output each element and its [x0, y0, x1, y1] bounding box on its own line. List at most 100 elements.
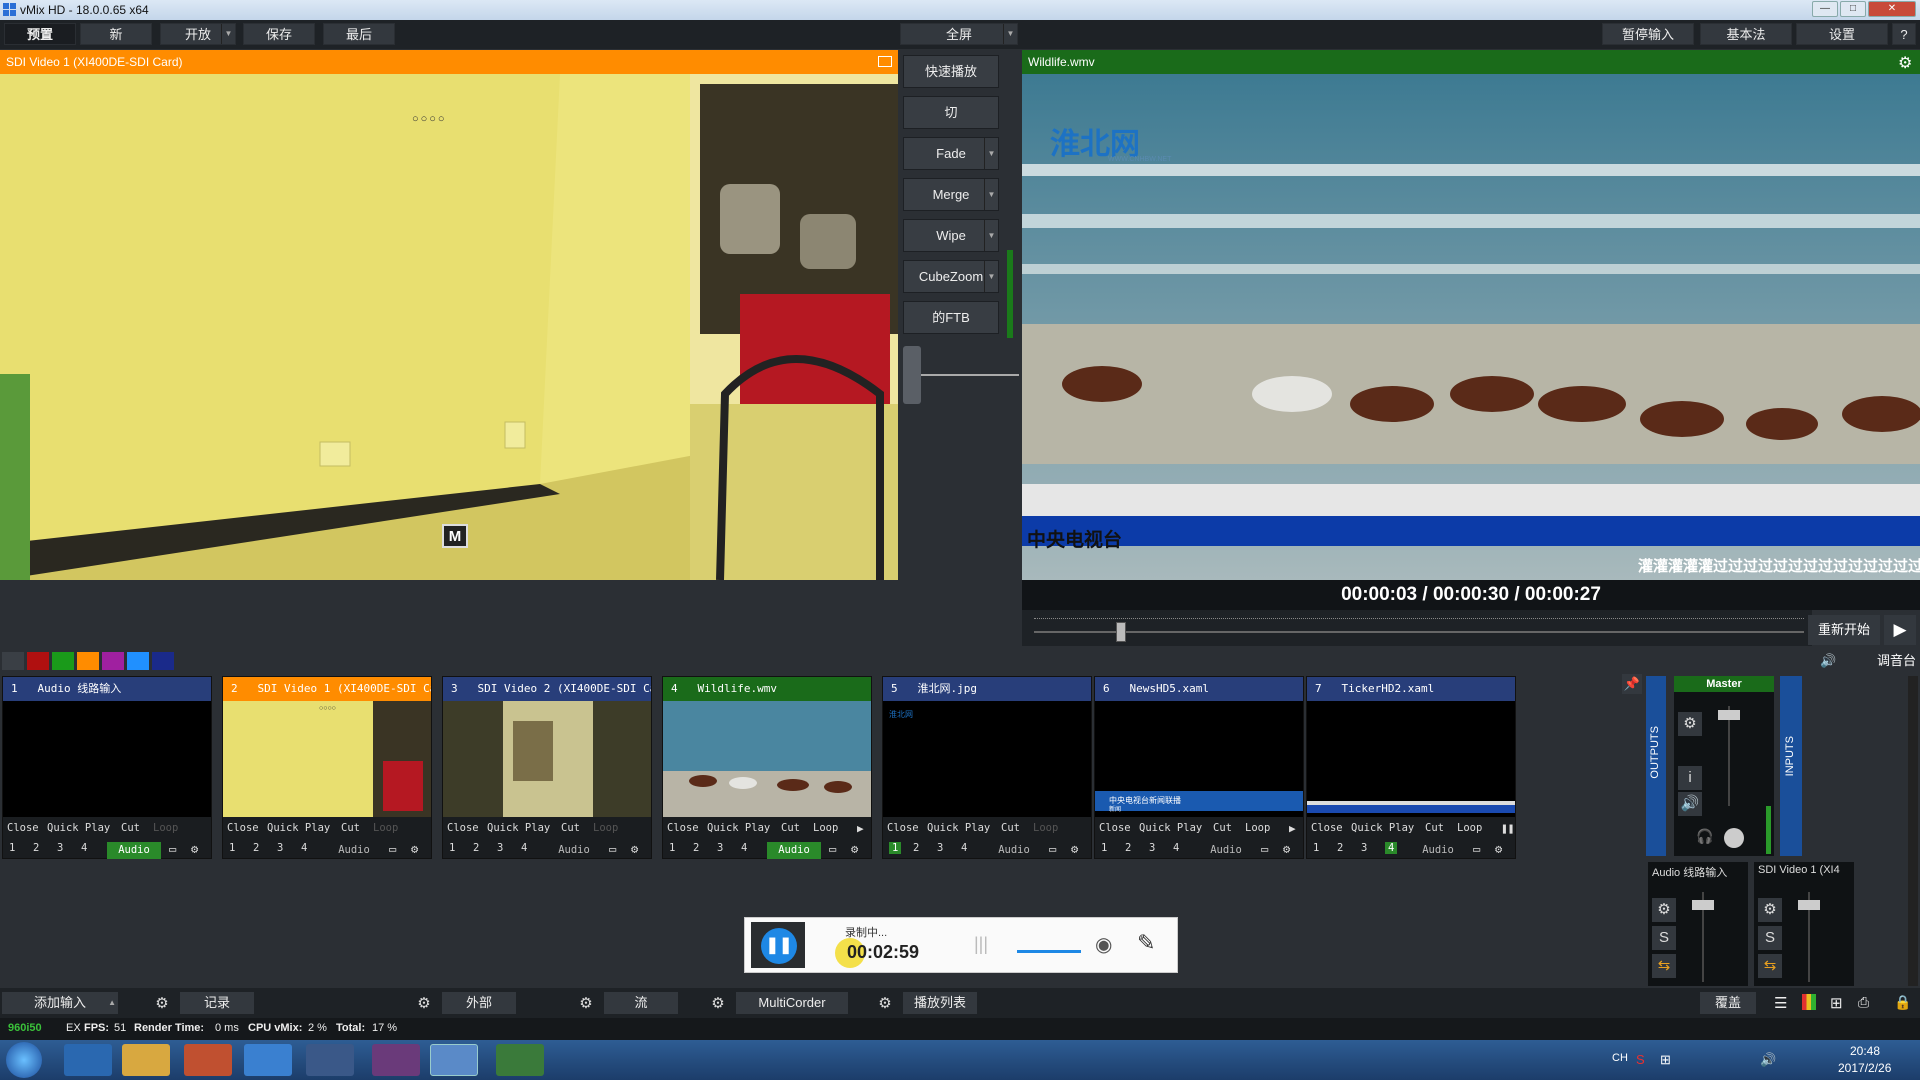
- input-play-icon[interactable]: ❚❚: [1501, 822, 1514, 835]
- input-tile[interactable]: 3 SDI Video 2 (XI400DE-SDI Card) Close Qui…: [442, 676, 652, 859]
- input-tile[interactable]: 5 淮北网.jpg 淮北网 Close Quick Play Cut Loop 1 2 3 4 Au…: [882, 676, 1092, 859]
- input-overlay-button-2[interactable]: 2: [693, 842, 699, 854]
- open-dropdown-icon[interactable]: ▼: [221, 24, 235, 44]
- list-view-icon[interactable]: ☰: [1774, 994, 1787, 1012]
- color-swatch[interactable]: [52, 652, 74, 670]
- master-info-button[interactable]: i: [1678, 766, 1702, 790]
- input-thumbnail[interactable]: [3, 701, 211, 817]
- master-speaker-icon[interactable]: 🔊: [1678, 792, 1702, 816]
- input-header[interactable]: 1 Audio 线路输入: [3, 677, 211, 701]
- input-overlay-button-3[interactable]: 3: [1361, 842, 1367, 854]
- input-cut-button[interactable]: Cut: [561, 822, 580, 834]
- start-button-icon[interactable]: [6, 1042, 42, 1078]
- input-loop-button[interactable]: Loop: [1457, 822, 1482, 834]
- inputs-tab[interactable]: INPUTS: [1780, 676, 1802, 856]
- stream-button[interactable]: 流: [604, 992, 678, 1014]
- settings-button[interactable]: 设置: [1796, 23, 1888, 45]
- sdi-video-solo-button[interactable]: S: [1758, 926, 1782, 950]
- color-swatch[interactable]: [102, 652, 124, 670]
- output-settings-gear-icon[interactable]: ⚙: [1898, 53, 1912, 73]
- input-quickplay-button[interactable]: Quick Play: [47, 822, 110, 834]
- input-header[interactable]: 3 SDI Video 2 (XI400DE-SDI Card): [443, 677, 651, 701]
- input-monitor-icon[interactable]: ▭: [389, 842, 396, 856]
- language-indicator[interactable]: CH: [1612, 1052, 1628, 1064]
- restart-button[interactable]: 重新开始: [1808, 615, 1880, 645]
- preview-window-icon[interactable]: [878, 56, 892, 67]
- color-swatch[interactable]: [77, 652, 99, 670]
- audio-input-solo-button[interactable]: S: [1652, 926, 1676, 950]
- input-tile[interactable]: 6 NewsHD5.xaml 中央电视台新闻联播 新闻 Close Quick Play…: [1094, 676, 1304, 859]
- input-audio-button[interactable]: Audio: [767, 842, 821, 859]
- input-overlay-button-4[interactable]: 4: [961, 842, 967, 854]
- audio-mixer-toggle[interactable]: 🔊 调音台: [1814, 651, 1920, 671]
- cut-button[interactable]: 切: [903, 96, 999, 129]
- input-header[interactable]: 6 NewsHD5.xaml: [1095, 677, 1303, 701]
- input-monitor-icon[interactable]: ▭: [1473, 842, 1480, 856]
- input-thumbnail[interactable]: ○○○○: [223, 701, 431, 817]
- input-quickplay-button[interactable]: Quick Play: [487, 822, 550, 834]
- input-cut-button[interactable]: Cut: [1425, 822, 1444, 834]
- add-input-dropdown-icon[interactable]: ▲: [108, 992, 116, 1014]
- input-overlay-button-2[interactable]: 2: [1337, 842, 1343, 854]
- input-overlay-button-1[interactable]: 1: [669, 842, 675, 854]
- app-s-taskbar-icon[interactable]: [244, 1044, 292, 1076]
- minimize-button[interactable]: —: [1812, 1, 1838, 17]
- input-audio-button[interactable]: Audio: [107, 842, 161, 859]
- external-settings-gear-icon[interactable]: ⚙: [412, 992, 436, 1014]
- sdi-video-gear-icon[interactable]: ⚙: [1758, 898, 1782, 922]
- maximize-button[interactable]: □: [1840, 1, 1866, 17]
- input-monitor-icon[interactable]: ▭: [609, 842, 616, 856]
- input-overlay-button-1[interactable]: 1: [449, 842, 455, 854]
- cubezoom-dropdown-icon[interactable]: ▼: [984, 261, 998, 292]
- input-overlay-button-4[interactable]: 4: [521, 842, 527, 854]
- snapshot-icon[interactable]: ⎙: [1858, 994, 1869, 1011]
- input-overlay-button-2[interactable]: 2: [1125, 842, 1131, 854]
- webcam-icon[interactable]: ◉: [1095, 932, 1112, 957]
- input-cut-button[interactable]: Cut: [341, 822, 360, 834]
- color-swatch[interactable]: [2, 652, 24, 670]
- playlist-settings-gear-icon[interactable]: ⚙: [873, 992, 897, 1014]
- input-tile[interactable]: 4 Wildlife.wmv Close Quick Play Cut Loop ▶ 1 2 3…: [662, 676, 872, 859]
- pin-icon[interactable]: 📌: [1622, 674, 1642, 694]
- input-quickplay-button[interactable]: Quick Play: [267, 822, 330, 834]
- input-cut-button[interactable]: Cut: [1001, 822, 1020, 834]
- t-bar-handle[interactable]: [903, 346, 921, 404]
- input-audio-button[interactable]: Audio: [987, 842, 1041, 859]
- preview-monitor[interactable]: ○○○○ M: [0, 74, 898, 580]
- input-close-button[interactable]: Close: [7, 822, 39, 834]
- volume-slider[interactable]: [1017, 950, 1081, 953]
- fade-button[interactable]: Fade ▼: [903, 137, 999, 170]
- input-loop-button[interactable]: Loop: [1245, 822, 1270, 834]
- vmix-taskbar-icon[interactable]: [430, 1044, 478, 1076]
- input-overlay-button-4[interactable]: 4: [741, 842, 747, 854]
- ie-taskbar-icon[interactable]: [64, 1044, 112, 1076]
- input-overlay-button-3[interactable]: 3: [277, 842, 283, 854]
- input-overlay-button-1[interactable]: 1: [9, 842, 15, 854]
- audio-input-gear-icon[interactable]: ⚙: [1652, 898, 1676, 922]
- input-settings-gear-icon[interactable]: ⚙: [191, 842, 198, 856]
- pencil-icon[interactable]: ✎: [1137, 930, 1155, 956]
- input-settings-gear-icon[interactable]: ⚙: [631, 842, 638, 856]
- input-overlay-button-2[interactable]: 2: [913, 842, 919, 854]
- input-monitor-icon[interactable]: ▭: [829, 842, 836, 856]
- input-audio-button[interactable]: Audio: [1411, 842, 1465, 859]
- input-audio-button[interactable]: Audio: [1199, 842, 1253, 859]
- color-swatch[interactable]: [152, 652, 174, 670]
- input-overlay-button-2[interactable]: 2: [33, 842, 39, 854]
- record-settings-gear-icon[interactable]: ⚙: [150, 992, 174, 1014]
- record-taskbar-icon[interactable]: [306, 1044, 354, 1076]
- input-header[interactable]: 7 TickerHD2.xaml: [1307, 677, 1515, 701]
- input-overlay-button-2[interactable]: 2: [473, 842, 479, 854]
- grid-view-icon[interactable]: ⊞: [1830, 994, 1843, 1012]
- input-loop-button[interactable]: Loop: [813, 822, 838, 834]
- input-tile[interactable]: 2 SDI Video 1 (XI400DE-SDI Card) ○○○○ Clos…: [222, 676, 432, 859]
- input-quickplay-button[interactable]: Quick Play: [707, 822, 770, 834]
- external-button[interactable]: 外部: [442, 992, 516, 1014]
- master-gear-icon[interactable]: ⚙: [1678, 712, 1702, 736]
- basic-button[interactable]: 基本法: [1700, 23, 1792, 45]
- last-button[interactable]: 最后: [323, 23, 395, 45]
- input-cut-button[interactable]: Cut: [121, 822, 140, 834]
- merge-dropdown-icon[interactable]: ▼: [984, 179, 998, 210]
- close-window-button[interactable]: ✕: [1868, 1, 1916, 17]
- headphones-icon[interactable]: 🎧: [1696, 828, 1713, 845]
